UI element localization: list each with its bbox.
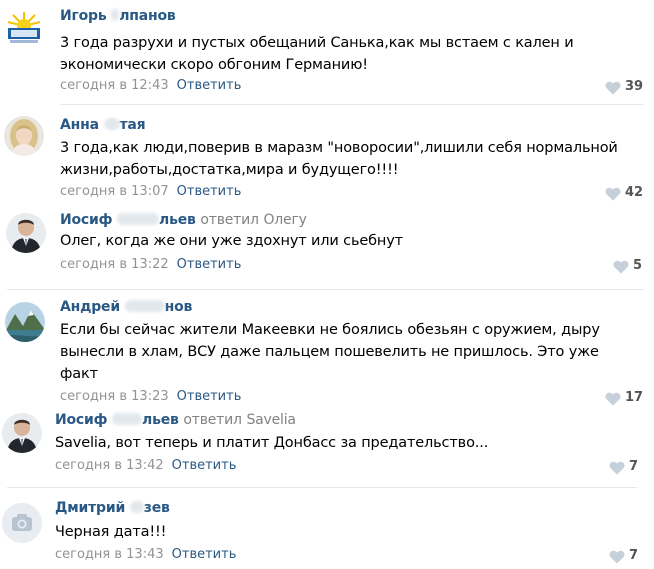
reply-prefix: ответил (200, 212, 259, 228)
heart-icon (605, 81, 621, 95)
like-count: 7 (629, 548, 639, 563)
like-count: 39 (625, 79, 644, 94)
man-in-suit-avatar[interactable] (6, 213, 46, 253)
like-button[interactable]: 42 (605, 185, 654, 201)
heart-icon (609, 550, 625, 564)
comment-author[interactable]: Анна тая (60, 117, 146, 133)
comment-author[interactable]: Андрей нов (60, 299, 192, 315)
comment-item: Иосиф льев ответил Олегу Олег, когда же … (0, 205, 654, 290)
heart-icon (605, 392, 621, 406)
comment-time[interactable]: сегодня в 13:07 (60, 184, 169, 199)
comment-author[interactable]: Иосиф льев ответил Олегу (60, 212, 307, 228)
comment-time[interactable]: сегодня в 13:43 (55, 547, 164, 562)
comment-text: 3 года разрухи и пустых обещаний Санька,… (60, 35, 574, 73)
comment-text: Олег, когда же они уже здохнут или сьебн… (60, 233, 403, 249)
reply-button[interactable]: Ответить (172, 547, 237, 562)
reply-button[interactable]: Ответить (177, 257, 242, 272)
reply-button[interactable]: Ответить (172, 458, 237, 473)
reply-button[interactable]: Ответить (177, 389, 242, 404)
heart-icon (605, 187, 621, 201)
reply-target[interactable]: Savelia (246, 412, 296, 428)
camera-placeholder-avatar[interactable] (2, 503, 42, 543)
comment-meta: сегодня в 13:42 Ответить (55, 458, 236, 473)
comment-time[interactable]: сегодня в 13:42 (55, 458, 164, 473)
reply-button[interactable]: Ответить (177, 78, 242, 93)
like-button[interactable]: 5 (613, 258, 654, 274)
comment-item: Анна тая 3 года,как люди,поверив в мараз… (0, 105, 654, 205)
comment-text: 3 года,как люди,поверив в маразм "новоро… (60, 140, 618, 178)
comment-meta: сегодня в 13:23 Ответить (60, 389, 241, 404)
comment-item: Дмитрий зев Черная дата!!! сегодня в 13:… (0, 488, 654, 569)
comment-time[interactable]: сегодня в 13:23 (60, 389, 169, 404)
like-count: 7 (629, 459, 639, 474)
comment-time[interactable]: сегодня в 13:22 (60, 257, 169, 272)
like-count: 17 (625, 390, 644, 405)
heart-icon (609, 461, 625, 475)
comment-item: Андрей нов Если бы сейчас жители Макеевк… (0, 290, 654, 406)
comment-meta: сегодня в 13:22 Ответить (60, 257, 241, 272)
sunrise-logo-avatar[interactable] (4, 8, 44, 48)
mountain-lake-avatar[interactable] (5, 302, 45, 342)
reply-prefix: ответил (183, 412, 242, 428)
comment-author[interactable]: Иосиф льев ответил Savelia (55, 412, 296, 428)
man-in-suit-avatar[interactable] (2, 413, 42, 453)
comment-meta: сегодня в 13:43 Ответить (55, 547, 236, 562)
comment-text: Если бы сейчас жители Макеевки не боялис… (60, 322, 600, 382)
like-button[interactable]: 17 (605, 390, 654, 406)
comment-meta: сегодня в 13:07 Ответить (60, 184, 241, 199)
like-button[interactable]: 39 (605, 79, 654, 95)
like-count: 42 (625, 185, 644, 200)
reply-button[interactable]: Ответить (177, 184, 242, 199)
comment-item: Иосиф льев ответил Savelia Savelia, вот … (0, 405, 654, 488)
reply-target[interactable]: Олегу (263, 212, 306, 228)
like-count: 5 (633, 258, 643, 273)
comment-text: Черная дата!!! (55, 524, 167, 540)
comment-meta: сегодня в 12:43 Ответить (60, 78, 241, 93)
comment-item: Игорь лпанов 3 года разрухи и пустых обе… (0, 0, 654, 105)
comment-time[interactable]: сегодня в 12:43 (60, 78, 169, 93)
comment-author[interactable]: Дмитрий зев (55, 500, 170, 516)
comment-author[interactable]: Игорь лпанов (60, 8, 176, 24)
blonde-woman-avatar[interactable] (4, 116, 44, 156)
heart-icon (613, 260, 629, 274)
comment-text: Savelia, вот теперь и платит Донбасс за … (55, 435, 489, 451)
like-button[interactable]: 7 (609, 459, 654, 475)
like-button[interactable]: 7 (609, 548, 654, 564)
